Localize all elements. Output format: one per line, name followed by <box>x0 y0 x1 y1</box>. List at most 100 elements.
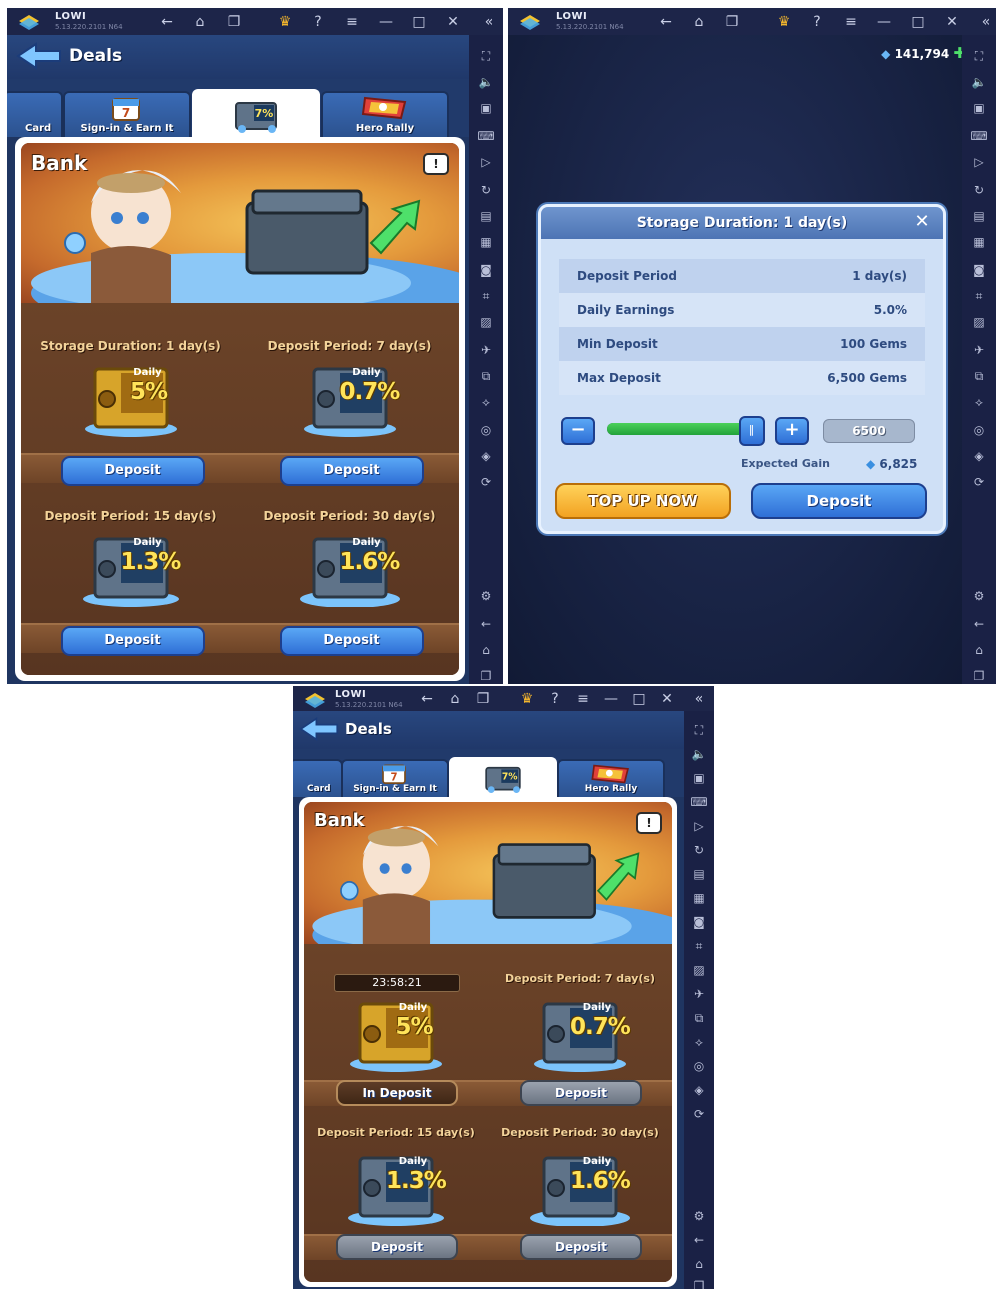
rotate-icon[interactable]: ↻ <box>970 181 988 199</box>
performance-icon[interactable]: ▤ <box>970 207 988 225</box>
close-icon[interactable]: ✕ <box>942 12 962 32</box>
crown-icon[interactable]: ♛ <box>517 689 537 709</box>
performance-icon[interactable]: ▤ <box>690 865 708 883</box>
keyboard-icon[interactable]: ⌨ <box>970 127 988 145</box>
collapse-sidebar-icon[interactable]: « <box>689 689 709 709</box>
crop-icon[interactable]: ⌗ <box>477 287 495 305</box>
airplane-icon[interactable]: ✈ <box>970 341 988 359</box>
amount-slider-handle[interactable]: ‖ <box>738 416 765 446</box>
close-icon[interactable]: ✕ <box>657 689 677 709</box>
settings-icon[interactable]: ⚙ <box>690 1207 708 1225</box>
decrease-button[interactable]: − <box>561 417 595 445</box>
layers-icon[interactable]: ◈ <box>690 1081 708 1099</box>
location-icon[interactable]: ◎ <box>970 421 988 439</box>
minimize-icon[interactable]: — <box>376 12 396 32</box>
tab-sign-in[interactable]: 7 Sign-in & Earn It <box>341 759 449 797</box>
modal-deposit-button[interactable]: Deposit <box>751 483 927 519</box>
performance-icon[interactable]: ▤ <box>477 207 495 225</box>
media-folder-icon[interactable]: ▨ <box>690 961 708 979</box>
crop-icon[interactable]: ⌗ <box>970 287 988 305</box>
crown-icon[interactable]: ♛ <box>275 12 295 32</box>
deposit-button-4[interactable]: Deposit <box>520 1234 642 1260</box>
info-button[interactable]: ! <box>423 153 449 175</box>
collapse-sidebar-icon[interactable]: « <box>479 12 499 32</box>
maximize-icon[interactable]: □ <box>409 12 429 32</box>
menu-icon[interactable]: ≡ <box>841 12 861 32</box>
maximize-icon[interactable]: □ <box>908 12 928 32</box>
media-folder-icon[interactable]: ▨ <box>477 313 495 331</box>
sync-icon[interactable]: ⟳ <box>690 1105 708 1123</box>
back-arrow-icon[interactable]: ← <box>656 12 676 32</box>
apk-icon[interactable]: ▦ <box>690 889 708 907</box>
back-button-icon[interactable] <box>16 42 62 70</box>
sidebar-back-icon[interactable]: ← <box>970 615 988 633</box>
eco-mode-icon[interactable]: ⟡ <box>477 393 495 411</box>
sidebar-home-icon[interactable]: ⌂ <box>477 641 495 659</box>
rotate-icon[interactable]: ↻ <box>690 841 708 859</box>
sidebar-recents-icon[interactable]: ❐ <box>970 667 988 684</box>
screen-record-icon[interactable]: ▣ <box>477 99 495 117</box>
sidebar-recents-icon[interactable]: ❐ <box>690 1277 708 1289</box>
sidebar-home-icon[interactable]: ⌂ <box>970 641 988 659</box>
screen-record-icon[interactable]: ▣ <box>970 99 988 117</box>
sidebar-recents-icon[interactable]: ❐ <box>477 667 495 684</box>
recent-apps-icon[interactable]: ❐ <box>722 12 742 32</box>
top-up-now-button[interactable]: TOP UP NOW <box>555 483 731 519</box>
amount-slider-track[interactable] <box>607 423 757 435</box>
recent-apps-icon[interactable]: ❐ <box>224 12 244 32</box>
minimize-icon[interactable]: — <box>874 12 894 32</box>
multi-instance-icon[interactable]: ⧉ <box>477 367 495 385</box>
play-icon[interactable]: ▷ <box>970 153 988 171</box>
modal-close-icon[interactable]: ✕ <box>911 211 933 233</box>
eco-mode-icon[interactable]: ⟡ <box>970 393 988 411</box>
menu-icon[interactable]: ≡ <box>573 689 593 709</box>
sync-icon[interactable]: ⟳ <box>477 473 495 491</box>
help-icon[interactable]: ? <box>807 12 827 32</box>
fullscreen-icon[interactable]: ⛶ <box>477 47 495 65</box>
settings-icon[interactable]: ⚙ <box>477 587 495 605</box>
eco-mode-icon[interactable]: ⟡ <box>690 1033 708 1051</box>
close-icon[interactable]: ✕ <box>443 12 463 32</box>
amount-field[interactable]: 6500 <box>823 419 915 443</box>
crop-icon[interactable]: ⌗ <box>690 937 708 955</box>
screen-record-icon[interactable]: ▣ <box>690 769 708 787</box>
increase-button[interactable]: + <box>775 417 809 445</box>
tab-sign-in[interactable]: 7 Sign-in & Earn It <box>63 91 191 137</box>
multi-instance-icon[interactable]: ⧉ <box>970 367 988 385</box>
help-icon[interactable]: ? <box>545 689 565 709</box>
home-icon[interactable]: ⌂ <box>689 12 709 32</box>
fullscreen-icon[interactable]: ⛶ <box>690 721 708 739</box>
volume-icon[interactable]: 🔈 <box>477 73 495 91</box>
apk-icon[interactable]: ▦ <box>970 233 988 251</box>
airplane-icon[interactable]: ✈ <box>477 341 495 359</box>
recent-apps-icon[interactable]: ❐ <box>473 689 493 709</box>
settings-icon[interactable]: ⚙ <box>970 587 988 605</box>
home-icon[interactable]: ⌂ <box>445 689 465 709</box>
fullscreen-icon[interactable]: ⛶ <box>970 47 988 65</box>
minimize-icon[interactable]: — <box>601 689 621 709</box>
deposit-button-4[interactable]: Deposit <box>279 626 424 656</box>
layers-icon[interactable]: ◈ <box>477 447 495 465</box>
collapse-sidebar-icon[interactable]: « <box>976 12 996 32</box>
tab-bank[interactable]: 7% <box>449 757 557 797</box>
rotate-icon[interactable]: ↻ <box>477 181 495 199</box>
sidebar-home-icon[interactable]: ⌂ <box>690 1255 708 1273</box>
sync-icon[interactable]: ⟳ <box>970 473 988 491</box>
back-arrow-icon[interactable]: ← <box>417 689 437 709</box>
info-button[interactable]: ! <box>636 812 662 834</box>
multi-instance-icon[interactable]: ⧉ <box>690 1009 708 1027</box>
help-icon[interactable]: ? <box>308 12 328 32</box>
volume-icon[interactable]: 🔈 <box>690 745 708 763</box>
tab-card[interactable]: Card <box>7 91 63 137</box>
screenshot-icon[interactable]: ◙ <box>690 913 708 931</box>
deposit-button-3[interactable]: Deposit <box>336 1234 458 1260</box>
maximize-icon[interactable]: □ <box>629 689 649 709</box>
deposit-button-3[interactable]: Deposit <box>60 626 205 656</box>
airplane-icon[interactable]: ✈ <box>690 985 708 1003</box>
sidebar-back-icon[interactable]: ← <box>690 1231 708 1249</box>
volume-icon[interactable]: 🔈 <box>970 73 988 91</box>
tab-card[interactable]: Card <box>293 759 343 797</box>
play-icon[interactable]: ▷ <box>690 817 708 835</box>
menu-icon[interactable]: ≡ <box>342 12 362 32</box>
layers-icon[interactable]: ◈ <box>970 447 988 465</box>
